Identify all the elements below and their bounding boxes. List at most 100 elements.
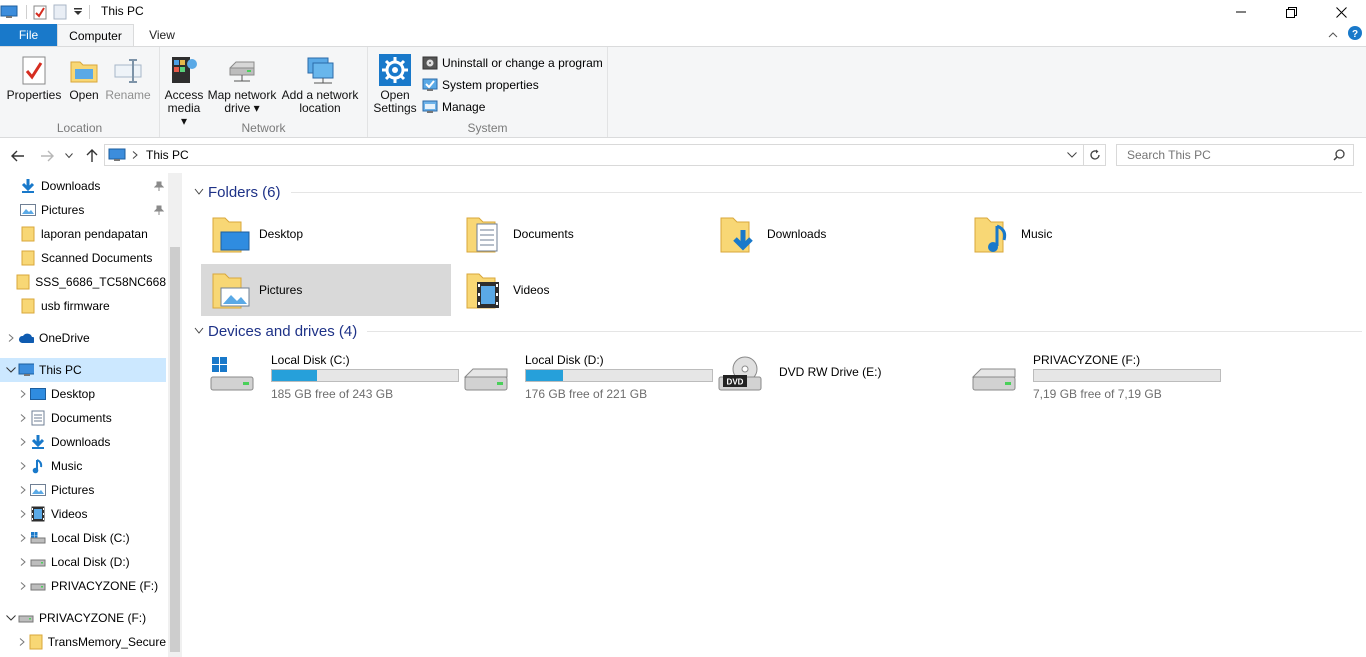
tab-view[interactable]: View — [134, 24, 190, 46]
expand-chevron-icon[interactable] — [16, 414, 30, 422]
collapse-chevron-icon[interactable] — [4, 615, 18, 621]
folder-tile-videos[interactable]: Videos — [455, 264, 705, 316]
tab-file[interactable]: File — [0, 24, 57, 46]
nav-item-pc-documents[interactable]: Documents — [0, 406, 166, 430]
drive-tile-d[interactable]: Local Disk (D:) 176 GB free of 221 GB — [455, 349, 713, 401]
restore-button[interactable] — [1266, 0, 1316, 24]
nav-item-privacyzone[interactable]: PRIVACYZONE (F:) — [0, 606, 166, 630]
nav-item-downloads-pinned[interactable]: Downloads — [0, 174, 166, 198]
nav-label: laporan pendapatan — [41, 227, 148, 241]
drive-usage-bar — [1033, 369, 1221, 382]
nav-item-laporan-pendapatan[interactable]: laporan pendapatan — [0, 222, 166, 246]
properties-quick-icon[interactable] — [33, 2, 47, 22]
recent-locations-button[interactable] — [62, 147, 76, 165]
expand-chevron-icon[interactable] — [16, 558, 30, 566]
collapse-ribbon-icon[interactable] — [1328, 28, 1338, 42]
music-folder-icon — [969, 210, 1017, 258]
expand-chevron-icon[interactable] — [16, 462, 30, 470]
forward-button[interactable] — [37, 147, 57, 165]
nav-item-scanned-documents[interactable]: Scanned Documents — [0, 246, 166, 270]
map-network-drive-button[interactable]: Map network drive ▾ — [206, 53, 278, 115]
expand-chevron-icon[interactable] — [16, 486, 30, 494]
access-media-button[interactable]: Access media ▾ — [164, 53, 204, 128]
nav-scrollbar[interactable] — [168, 173, 182, 657]
open-button[interactable]: Open — [64, 53, 104, 102]
ribbon-tabs: File Computer View ? — [0, 24, 1366, 47]
drive-tile-f[interactable]: PRIVACYZONE (F:) 7,19 GB free of 7,19 GB — [963, 349, 1221, 401]
section-collapse-icon[interactable] — [194, 188, 204, 196]
add-network-location-button[interactable]: Add a network location — [280, 53, 360, 115]
properties-button[interactable]: Properties — [6, 53, 62, 102]
expand-chevron-icon[interactable] — [4, 334, 18, 342]
minimize-button[interactable] — [1216, 0, 1266, 24]
nav-item-pc-pictures[interactable]: Pictures — [0, 478, 166, 502]
folder-tile-downloads[interactable]: Downloads — [709, 208, 959, 260]
svg-text:DVD: DVD — [727, 378, 744, 387]
documents-folder-icon — [461, 210, 509, 258]
new-folder-quick-icon[interactable] — [53, 2, 67, 22]
expand-chevron-icon[interactable] — [16, 582, 30, 590]
expand-chevron-icon[interactable] — [16, 438, 30, 446]
breadcrumb-separator-icon[interactable] — [132, 151, 138, 159]
nav-item-pc-downloads[interactable]: Downloads — [0, 430, 166, 454]
customize-toolbar-icon[interactable] — [73, 2, 83, 22]
help-icon[interactable]: ? — [1348, 26, 1362, 43]
rename-button[interactable]: Rename — [104, 53, 152, 102]
tab-computer[interactable]: Computer — [57, 24, 134, 47]
folder-tile-desktop[interactable]: Desktop — [201, 208, 451, 260]
nav-item-pc-videos[interactable]: Videos — [0, 502, 166, 526]
nav-item-pictures-pinned[interactable]: Pictures — [0, 198, 166, 222]
pictures-icon — [30, 482, 46, 498]
open-settings-button[interactable]: Open Settings — [372, 53, 418, 115]
nav-item-pc-privacyzone[interactable]: PRIVACYZONE (F:) — [0, 574, 166, 598]
nav-item-onedrive[interactable]: OneDrive — [0, 326, 166, 350]
devices-section-header[interactable]: Devices and drives (4) — [194, 320, 1362, 342]
nav-item-usb-firmware[interactable]: usb firmware — [0, 294, 166, 318]
nav-item-this-pc[interactable]: This PC — [0, 358, 166, 382]
nav-item-pc-music[interactable]: Music — [0, 454, 166, 478]
folder-name: Downloads — [767, 227, 827, 241]
folders-section-header[interactable]: Folders (6) — [194, 181, 1362, 203]
desktop-icon — [30, 386, 46, 402]
folder-tile-documents[interactable]: Documents — [455, 208, 705, 260]
expand-chevron-icon[interactable] — [16, 510, 30, 518]
folder-tile-music[interactable]: Music — [963, 208, 1213, 260]
breadcrumb-this-pc[interactable]: This PC — [146, 148, 189, 162]
system-properties-button[interactable]: System properties — [422, 75, 539, 95]
drive-tile-e[interactable]: DVD DVD RW Drive (E:) — [709, 349, 959, 401]
collapse-chevron-icon[interactable] — [4, 367, 18, 373]
network-drive-icon — [225, 53, 259, 87]
drive-tile-c[interactable]: Local Disk (C:) 185 GB free of 243 GB — [201, 349, 459, 401]
nav-scrollbar-thumb[interactable] — [170, 247, 180, 652]
nav-item-pc-desktop[interactable]: Desktop — [0, 382, 166, 406]
up-button[interactable] — [82, 147, 102, 165]
folder-tile-pictures[interactable]: Pictures — [201, 264, 451, 316]
search-input[interactable] — [1125, 147, 1333, 163]
nav-label: Videos — [51, 507, 88, 521]
expand-chevron-icon[interactable] — [16, 390, 30, 398]
section-collapse-icon[interactable] — [194, 327, 204, 335]
close-button[interactable] — [1316, 0, 1366, 24]
nav-label: SSS_6686_TC58NC668 — [35, 275, 166, 289]
nav-item-pc-local-disk-c[interactable]: Local Disk (C:) — [0, 526, 166, 550]
manage-button[interactable]: Manage — [422, 97, 485, 117]
address-dropdown-icon[interactable] — [1067, 152, 1077, 158]
network-location-icon — [303, 53, 337, 87]
expand-chevron-icon[interactable] — [16, 638, 28, 646]
uninstall-program-button[interactable]: Uninstall or change a program — [422, 53, 603, 73]
back-button[interactable] — [8, 147, 28, 165]
expand-chevron-icon[interactable] — [16, 534, 30, 542]
rename-icon — [111, 53, 145, 87]
pc-app-icon[interactable] — [0, 2, 18, 22]
open-label: Open — [69, 88, 99, 102]
address-bar[interactable]: This PC — [104, 144, 1084, 166]
nav-label: PRIVACYZONE (F:) — [39, 611, 147, 625]
search-box[interactable] — [1116, 144, 1354, 166]
folder-icon — [16, 274, 30, 290]
refresh-button[interactable] — [1084, 144, 1106, 166]
nav-item-pc-local-disk-d[interactable]: Local Disk (D:) — [0, 550, 166, 574]
search-icon[interactable] — [1333, 149, 1345, 161]
nav-item-sss-folder[interactable]: SSS_6686_TC58NC668 — [0, 270, 166, 294]
nav-item-transmemory-secure[interactable]: TransMemory_Secure — [0, 630, 166, 654]
window-controls — [1216, 0, 1366, 24]
